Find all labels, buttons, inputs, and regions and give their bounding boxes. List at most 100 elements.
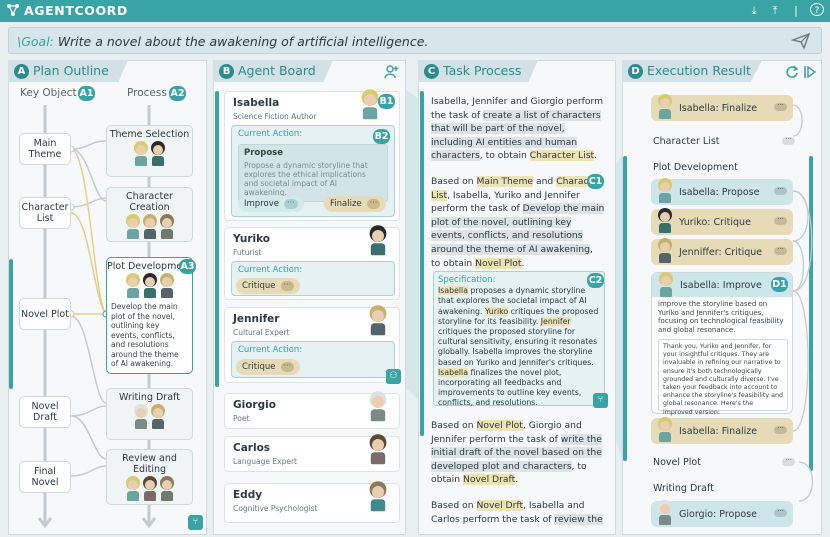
more-icon[interactable]: ··· bbox=[774, 425, 787, 434]
exec-yuriko-critique[interactable]: Yuriko: Critique ··· bbox=[651, 209, 793, 235]
specification-box[interactable]: Specification: Isabella proposes a dynam… bbox=[433, 271, 605, 407]
process-writing-draft[interactable]: Writing Draft bbox=[106, 388, 193, 440]
agent-avatar bbox=[370, 438, 387, 465]
task-process-panel: C Task Process Isabella, Jennifer and Gio… bbox=[418, 60, 616, 535]
agent-name: Isabella bbox=[233, 97, 280, 109]
agent-card-carlos[interactable]: Carlos Language Expert bbox=[224, 436, 400, 472]
key-object-ref: Novel Drft bbox=[476, 500, 524, 511]
execution-result-panel: D Execution Result Isabella: Finalize ··· … bbox=[622, 60, 822, 535]
agent-name: Yuriko bbox=[233, 233, 271, 245]
panel-b-title: Agent Board bbox=[238, 63, 316, 78]
agent-card-isabella[interactable]: Isabella Science Fiction Author B1 Curre… bbox=[224, 91, 400, 221]
exec-object-novel-plot[interactable]: Novel Plot ··· bbox=[653, 457, 799, 468]
branch-icon[interactable]: ⑂ bbox=[188, 515, 203, 530]
process-plot-development[interactable]: Plot Development Develop the main plot o… bbox=[106, 257, 193, 374]
task-block-character-creation[interactable]: Isabella, Jennifer and Giorgio perform t… bbox=[431, 95, 607, 163]
more-icon[interactable]: ··· bbox=[782, 457, 795, 466]
exec-jennifer-critique[interactable]: Jenniffer: Critique ··· bbox=[651, 239, 793, 265]
agent-avatar bbox=[362, 93, 379, 120]
key-object-main-theme[interactable]: Main Theme bbox=[19, 133, 71, 165]
agent-card-jennifer[interactable]: Jennifer Cultural Expert Current Action:… bbox=[224, 307, 400, 383]
exec-isabella-finalize[interactable]: Isabella: Finalize ··· bbox=[651, 95, 793, 121]
process-review-and-editing[interactable]: Review and Editing bbox=[106, 449, 193, 505]
agent-card-giorgio[interactable]: Giorgio Poet bbox=[224, 393, 400, 429]
send-icon[interactable] bbox=[791, 32, 811, 50]
badge-c1: C1 bbox=[587, 174, 604, 189]
agent-avatar bbox=[658, 503, 672, 525]
action-propose[interactable]: Propose Propose a dynamic storyline that… bbox=[238, 144, 388, 202]
more-icon[interactable]: ··· bbox=[782, 136, 795, 145]
badge-b1: B1 bbox=[378, 94, 395, 109]
agent-role: Cognitive Psychologist bbox=[233, 504, 318, 513]
badge-a3: A3 bbox=[179, 259, 196, 274]
task-block-plot-development[interactable]: Based on Main Theme and Character List, … bbox=[431, 175, 605, 270]
panel-b-badge: B bbox=[219, 64, 234, 79]
more-icon[interactable]: ··· bbox=[774, 246, 787, 255]
upload-icon[interactable]: ⤒ bbox=[768, 3, 782, 18]
agent-avatar bbox=[370, 395, 387, 422]
agent-name: Jennifer bbox=[233, 313, 280, 325]
agent-avatar bbox=[658, 211, 672, 233]
key-object-ref: Character List bbox=[529, 150, 595, 162]
key-object-ref: Novel Plot bbox=[476, 420, 523, 431]
task-block-writing-draft[interactable]: Based on Novel Plot, Giorgio and Jennife… bbox=[431, 419, 607, 487]
agent-avatar bbox=[126, 479, 140, 501]
exec-object-character-list[interactable]: Character List ··· bbox=[653, 136, 799, 147]
panel-c-badge: C bbox=[424, 64, 439, 79]
task-block-review-editing[interactable]: Based on Novel Drft, Isabella and Carlos… bbox=[431, 499, 607, 526]
app-logo: AGENTCOORD bbox=[6, 3, 128, 18]
action-chip-critique[interactable]: Critique ··· bbox=[236, 359, 301, 375]
process-description: Develop the main plot of the novel, outl… bbox=[111, 302, 179, 368]
current-action-box: Current Action: B2 Propose Propose a dyn… bbox=[231, 125, 395, 217]
agent-role: Cultural Expert bbox=[233, 328, 290, 337]
panel-b-tab: B Agent Board bbox=[213, 60, 333, 82]
action-chip-critique[interactable]: Critique ··· bbox=[236, 278, 301, 294]
action-chip-improve[interactable]: Improve ··· bbox=[238, 196, 304, 212]
current-action-box: Current Action: Critique ··· bbox=[231, 261, 395, 296]
key-object-final-novel[interactable]: Final Novel bbox=[19, 461, 71, 493]
action-chip-finalize[interactable]: Finalize ··· bbox=[324, 196, 387, 212]
improve-instruction: improve the storyline based on Yuriko an… bbox=[658, 300, 784, 334]
help-icon[interactable]: ? bbox=[810, 3, 824, 16]
improve-response: Thank you, Yuriko and Jennifer, for your… bbox=[658, 339, 788, 416]
agent-avatar bbox=[160, 479, 174, 501]
panel-c-tab: C Task Process bbox=[418, 60, 538, 82]
more-icon[interactable]: ··· bbox=[774, 508, 787, 517]
exec-section-writing-draft: Writing Draft bbox=[653, 483, 714, 494]
exec-section-plot-development: Plot Development bbox=[653, 162, 738, 173]
active-range-marker bbox=[9, 259, 13, 389]
exec-giorgio-propose[interactable]: Giorgio: Propose ··· bbox=[651, 501, 793, 527]
more-icon[interactable]: ··· bbox=[774, 186, 787, 195]
branch-icon[interactable]: ⑂ bbox=[593, 393, 608, 408]
agent-avatar bbox=[151, 407, 165, 429]
agent-avatar bbox=[370, 229, 387, 256]
agent-role: Language Expert bbox=[233, 457, 297, 466]
key-object-character-list[interactable]: Character List bbox=[19, 197, 71, 229]
exec-isabella-propose[interactable]: Isabella: Propose ··· bbox=[651, 179, 793, 205]
agent-card-eddy[interactable]: Eddy Cognitive Psychologist bbox=[224, 483, 400, 523]
add-agent-icon[interactable] bbox=[383, 64, 399, 80]
exec-isabella-finalize-2[interactable]: Isabella: Finalize ··· bbox=[651, 418, 793, 444]
key-object-novel-plot[interactable]: Novel Plot bbox=[19, 298, 71, 330]
exec-isabella-improve[interactable]: Isabella: Improve D1 improve the storyli… bbox=[651, 272, 793, 416]
process-character-creation[interactable]: Character Creation bbox=[106, 187, 193, 242]
team-icon[interactable]: ⚇ bbox=[386, 369, 401, 384]
agent-board-panel: B Agent Board Isabella Science Fiction Au… bbox=[213, 60, 406, 535]
agent-avatar bbox=[143, 217, 157, 239]
key-object-ref: Main Theme bbox=[476, 176, 534, 187]
agent-card-yuriko[interactable]: Yuriko Futurist Current Action: Critique… bbox=[224, 227, 400, 300]
more-icon[interactable]: ··· bbox=[774, 216, 787, 225]
goal-bar[interactable]: \Goal: Write a novel about the awakening… bbox=[8, 27, 822, 54]
badge-d1: D1 bbox=[771, 277, 788, 292]
goal-input[interactable]: \Goal: Write a novel about the awakening… bbox=[17, 34, 428, 49]
agent-name: Carlos bbox=[233, 442, 271, 454]
key-object-novel-draft[interactable]: Novel Draft bbox=[19, 396, 71, 428]
divider: | bbox=[794, 4, 798, 17]
process-theme-selection[interactable]: Theme Selection bbox=[106, 125, 193, 177]
download-icon[interactable]: ⤓ bbox=[747, 3, 761, 18]
logo-icon bbox=[7, 4, 19, 16]
goal-label: \Goal: bbox=[17, 34, 54, 49]
agent-avatar bbox=[658, 181, 672, 203]
more-icon[interactable]: ··· bbox=[774, 102, 787, 111]
goal-text: Write a novel about the awakening of art… bbox=[57, 34, 429, 49]
